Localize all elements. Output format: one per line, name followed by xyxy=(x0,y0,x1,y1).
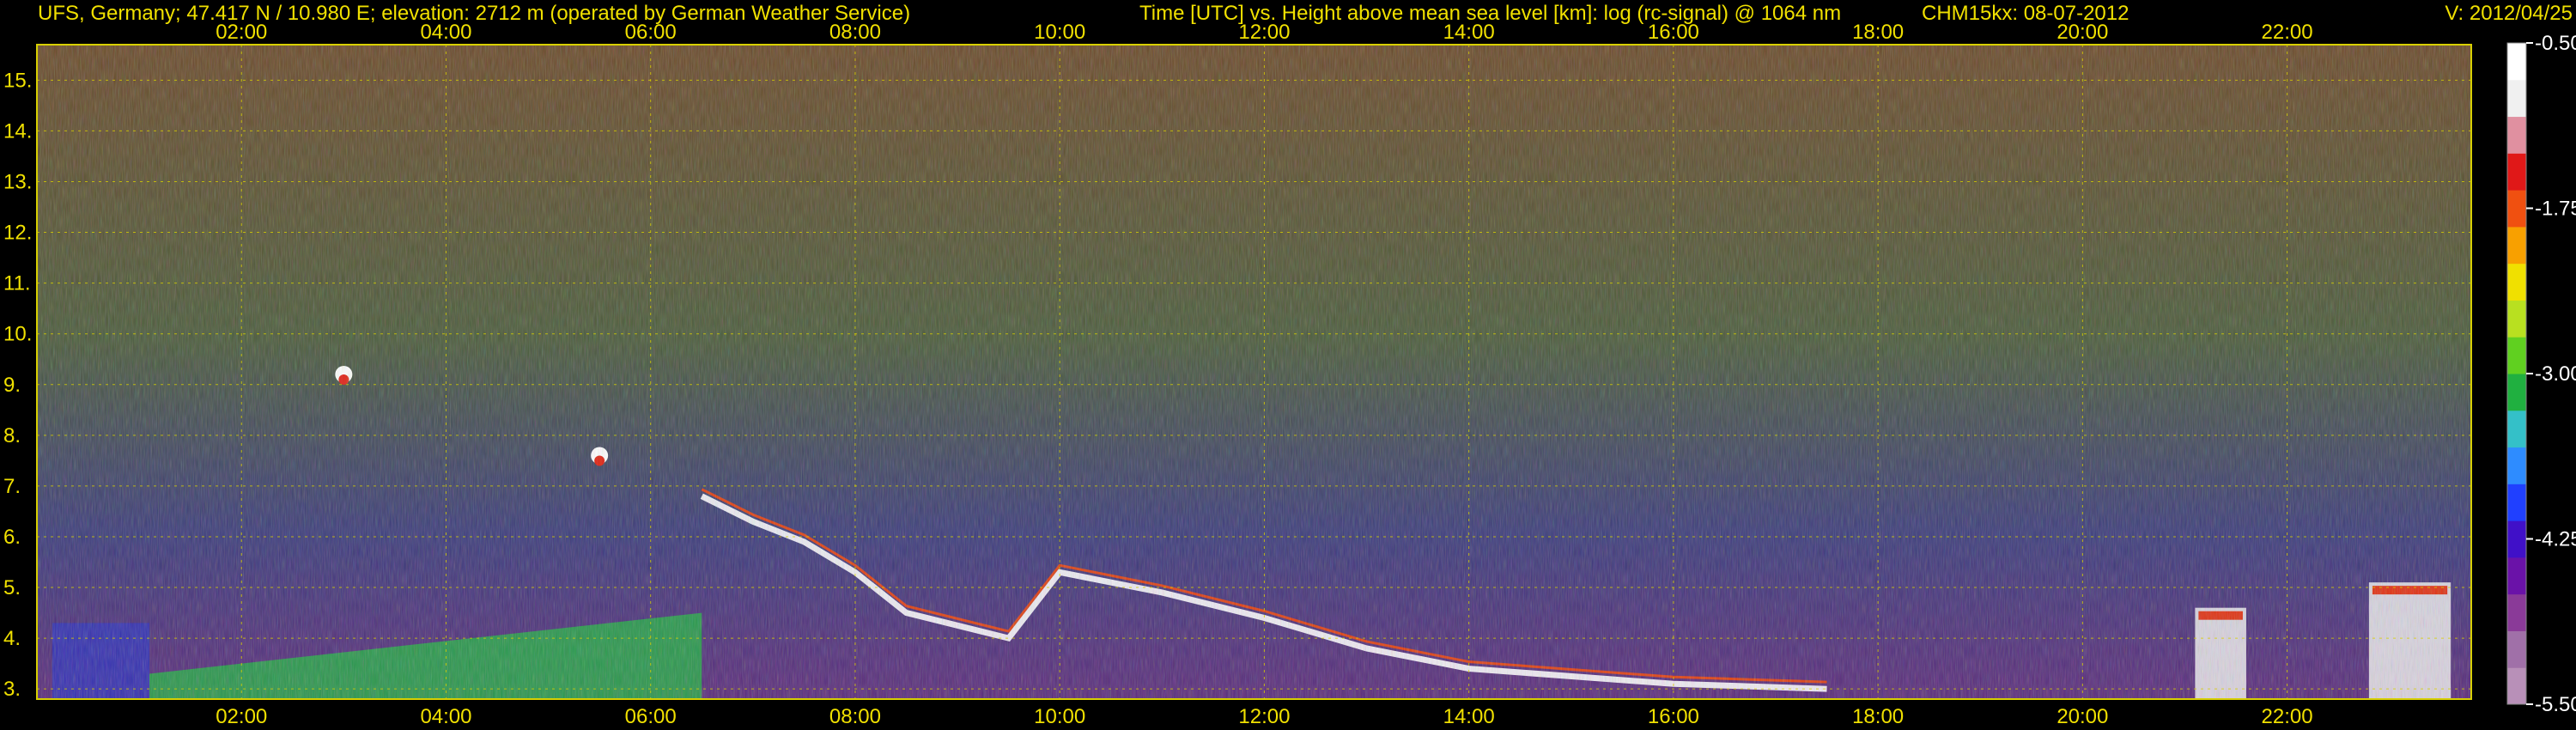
colorbar-segment xyxy=(2507,190,2526,228)
x-tick-label-bottom: 18:00 xyxy=(1852,705,1904,728)
colorbar-tick-label: -1.75 xyxy=(2535,198,2576,221)
colorbar-tick-label: -4.25 xyxy=(2535,528,2576,551)
colorbar-segment xyxy=(2507,447,2526,484)
x-tick-label-bottom: 12:00 xyxy=(1238,705,1290,728)
colorbar-segment xyxy=(2507,374,2526,411)
colorbar-segment xyxy=(2507,520,2526,558)
x-tick-label-top: 08:00 xyxy=(829,21,881,44)
colorbar-segment xyxy=(2507,226,2526,265)
x-tick-label-bottom: 06:00 xyxy=(625,705,677,728)
y-tick-label: 12. xyxy=(3,222,32,245)
colorbar-segment xyxy=(2507,557,2526,595)
colorbar-segment xyxy=(2507,300,2526,338)
x-tick-label-bottom: 20:00 xyxy=(2057,705,2108,728)
x-tick-label-bottom: 16:00 xyxy=(1648,705,1699,728)
plot-area xyxy=(37,45,2471,699)
y-tick-label: 11. xyxy=(3,272,31,295)
y-tick-label: 8. xyxy=(3,424,21,447)
colorbar-tick-label: -0.50 xyxy=(2535,32,2576,55)
colorbar-segment xyxy=(2507,410,2526,448)
y-tick-label: 3. xyxy=(3,678,21,701)
y-tick-label: 14. xyxy=(3,119,32,143)
noise-overlay xyxy=(37,45,2471,699)
y-tick-label: 15. xyxy=(3,69,32,92)
x-tick-label-bottom: 14:00 xyxy=(1443,705,1495,728)
y-ticks: 3. 4. 5. 6. 7. 8. 9. 10. 11. 12. 13. 14. 15. xyxy=(3,69,32,701)
x-tick-label-top: 22:00 xyxy=(2262,21,2313,44)
station-info: UFS, Germany; 47.417 N / 10.980 E; eleva… xyxy=(38,2,910,25)
x-tick-label-bottom: 02:00 xyxy=(216,705,267,728)
x-tick-label-top: 12:00 xyxy=(1238,21,1290,44)
colorbar-segment xyxy=(2507,667,2526,705)
colorbar-segment xyxy=(2507,263,2526,301)
y-tick-label: 4. xyxy=(3,627,21,650)
colorbar-tick-label: -3.00 xyxy=(2535,362,2576,386)
colorbar-segment xyxy=(2507,484,2526,521)
x-tick-label-top: 18:00 xyxy=(1852,21,1904,44)
colorbar-tick-label: -5.50 xyxy=(2535,693,2576,716)
x-tick-label-top: 20:00 xyxy=(2057,21,2108,44)
x-tick-label-bottom: 10:00 xyxy=(1034,705,1085,728)
version-label: V: 2012/04/25 xyxy=(2445,2,2573,25)
colorbar-ticks: -0.50 -1.75 -3.00 -4.25 -5.50 xyxy=(2526,32,2576,716)
y-tick-label: 5. xyxy=(3,576,21,599)
x-tick-label-bottom: 22:00 xyxy=(2262,705,2313,728)
y-tick-label: 10. xyxy=(3,323,32,346)
x-tick-label-top: 04:00 xyxy=(420,21,471,44)
colorbar-segment xyxy=(2507,630,2526,668)
x-tick-label-bottom: 04:00 xyxy=(420,705,471,728)
ceilometer-chart: UFS, Germany; 47.417 N / 10.980 E; eleva… xyxy=(3,2,2576,728)
x-tick-label-top: 14:00 xyxy=(1443,21,1495,44)
x-ticks-bottom: 02:00 04:00 06:00 08:00 10:00 12:00 14:00 16:00… xyxy=(216,705,2312,728)
y-tick-label: 6. xyxy=(3,526,21,549)
x-tick-label-top: 16:00 xyxy=(1648,21,1699,44)
colorbar-segment xyxy=(2507,79,2526,118)
colorbar-segment xyxy=(2507,43,2526,81)
colorbar-segment xyxy=(2507,593,2526,631)
colorbar-segment xyxy=(2507,116,2526,154)
colorbar-segments xyxy=(2507,43,2526,705)
colorbar: -0.50 -1.75 -3.00 -4.25 -5.50 xyxy=(2506,32,2576,716)
colorbar-segment xyxy=(2507,337,2526,374)
x-tick-label-top: 02:00 xyxy=(216,21,267,44)
colorbar-segment xyxy=(2507,153,2526,191)
x-tick-label-top: 10:00 xyxy=(1034,21,1085,44)
x-tick-label-top: 06:00 xyxy=(625,21,677,44)
x-tick-label-bottom: 08:00 xyxy=(829,705,881,728)
y-tick-label: 9. xyxy=(3,374,21,397)
y-tick-label: 13. xyxy=(3,170,32,193)
y-tick-label: 7. xyxy=(3,475,21,498)
